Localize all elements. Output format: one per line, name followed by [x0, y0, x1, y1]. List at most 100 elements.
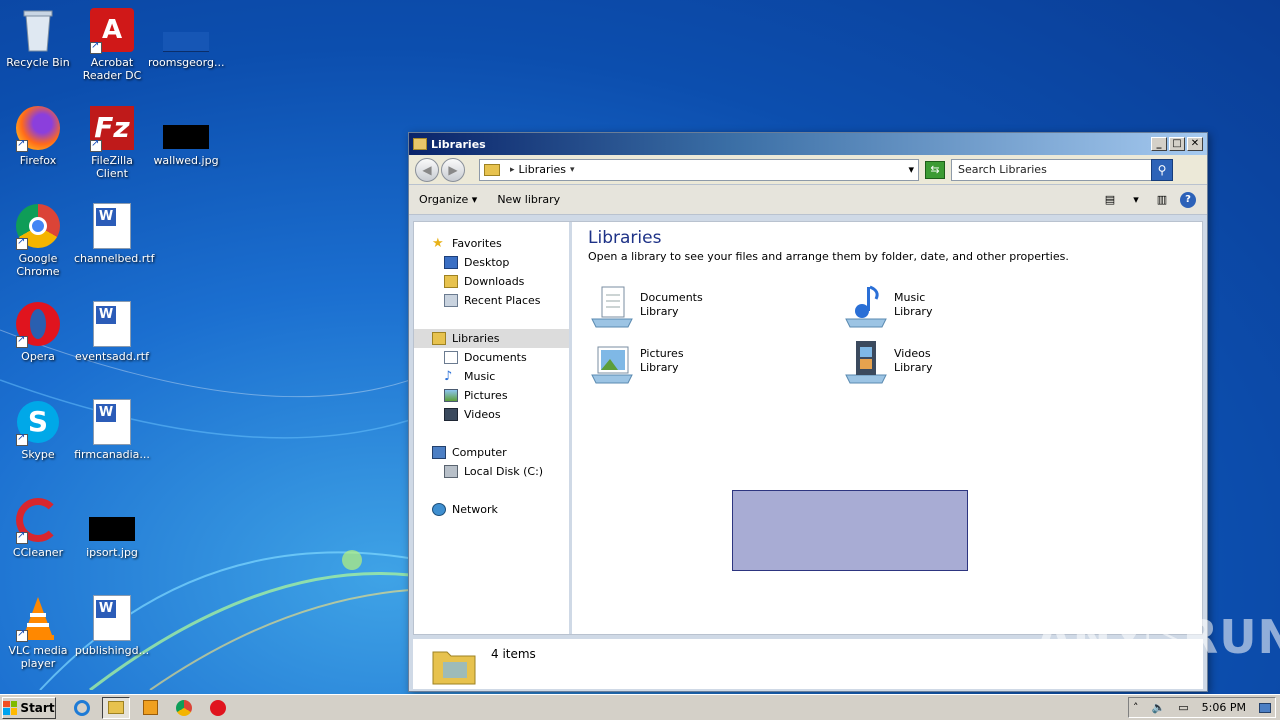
- taskbar-explorer[interactable]: [102, 696, 130, 719]
- taskbar-media-player[interactable]: [136, 697, 164, 719]
- taskbar-internet-explorer[interactable]: [68, 697, 96, 719]
- view-options-icon[interactable]: ▤: [1101, 192, 1119, 208]
- desktop-icon-ipsort[interactable]: ipsort.jpg: [74, 496, 150, 559]
- image-thumbnail-icon: [162, 104, 210, 152]
- word-document-icon: W: [88, 594, 136, 642]
- start-button[interactable]: Start: [2, 696, 56, 719]
- refresh-button[interactable]: ⇆: [925, 160, 945, 179]
- back-button[interactable]: ◀: [415, 157, 439, 182]
- explorer-body: ★ Favorites Desktop Downloads Recent Pla…: [413, 221, 1203, 635]
- nav-desktop[interactable]: Desktop: [414, 253, 569, 272]
- taskbar-opera[interactable]: [204, 697, 232, 719]
- pictures-library-icon: [588, 337, 636, 385]
- filezilla-icon: Fz: [88, 104, 136, 152]
- image-thumbnail-icon: [88, 496, 136, 544]
- help-button[interactable]: ?: [1179, 191, 1197, 208]
- nav-network[interactable]: Network: [414, 500, 569, 519]
- window-titlebar[interactable]: Libraries _ □ ✕: [409, 133, 1207, 155]
- new-library-button[interactable]: New library: [497, 193, 560, 206]
- library-pictures[interactable]: Pictures Library: [588, 336, 828, 386]
- desktop-icon-filezilla[interactable]: Fz FileZilla Client: [74, 104, 150, 180]
- desktop-icon-chrome[interactable]: Google Chrome: [0, 202, 76, 278]
- maximize-button[interactable]: □: [1169, 137, 1185, 151]
- item-count: 4 items: [491, 647, 536, 661]
- desktop-icon-roomsgeorg[interactable]: roomsgeorg...: [148, 6, 224, 69]
- word-document-icon: W: [88, 398, 136, 446]
- library-music[interactable]: Music Library: [842, 280, 1082, 330]
- shortcut-arrow-icon: [16, 530, 28, 544]
- desktop-icon-firmcanadia[interactable]: W firmcanadia...: [74, 398, 150, 461]
- nav-recent-places[interactable]: Recent Places: [414, 291, 569, 310]
- navigation-pane[interactable]: ★ Favorites Desktop Downloads Recent Pla…: [414, 222, 572, 634]
- nav-computer[interactable]: Computer: [414, 443, 569, 462]
- desktop-icon-firefox[interactable]: Firefox: [0, 104, 76, 167]
- show-desktop-icon[interactable]: [1259, 702, 1271, 713]
- nav-pictures[interactable]: Pictures: [414, 386, 569, 405]
- library-documents[interactable]: Documents Library: [588, 280, 828, 330]
- nav-music[interactable]: ♪ Music: [414, 367, 569, 386]
- network-tray-icon[interactable]: ▭: [1178, 701, 1188, 714]
- anyrun-watermark: ANY▷RUN: [1036, 610, 1280, 664]
- libraries-folder-icon: [431, 644, 477, 685]
- videos-library-icon: [842, 337, 890, 385]
- system-tray: ˄ 🔈 ▭ 5:06 PM: [1128, 697, 1276, 718]
- breadcrumb-dropdown-icon[interactable]: ▾: [570, 165, 575, 175]
- desktop-icon-ccleaner[interactable]: CCleaner: [0, 496, 76, 559]
- address-box[interactable]: ▸ Libraries ▾ ▾: [479, 158, 919, 181]
- music-note-icon: ♪: [444, 369, 453, 384]
- word-document-icon: W: [88, 300, 136, 348]
- preview-pane-icon[interactable]: ▥: [1153, 192, 1171, 208]
- organize-button[interactable]: Organize ▾: [419, 193, 477, 206]
- clock[interactable]: 5:06 PM: [1202, 701, 1246, 714]
- close-button[interactable]: ✕: [1187, 137, 1203, 151]
- nav-videos[interactable]: Videos: [414, 405, 569, 424]
- tray-expand-icon[interactable]: ˄: [1133, 701, 1139, 714]
- computer-icon: [432, 446, 446, 459]
- search-icon[interactable]: ⚲: [1151, 158, 1173, 181]
- desktop-icon-opera[interactable]: Opera: [0, 300, 76, 363]
- taskbar: Start ˄ 🔈 ▭ 5:06 PM: [0, 694, 1280, 720]
- library-videos[interactable]: Videos Library: [842, 336, 1082, 386]
- desktop-icon-wallwed[interactable]: wallwed.jpg: [148, 104, 224, 167]
- recent-places-icon: [444, 294, 458, 307]
- desktop-icon-eventsadd[interactable]: W eventsadd.rtf: [74, 300, 150, 363]
- acrobat-icon: A: [88, 6, 136, 54]
- content-pane[interactable]: Libraries Open a library to see your fil…: [572, 222, 1202, 634]
- nav-local-disk[interactable]: Local Disk (C:): [414, 462, 569, 481]
- shortcut-arrow-icon: [16, 334, 28, 348]
- pictures-icon: [444, 389, 458, 402]
- desktop-icon-acrobat[interactable]: A Acrobat Reader DC: [74, 6, 150, 82]
- word-document-icon: W: [88, 202, 136, 250]
- libraries-folder-icon: [484, 163, 500, 176]
- address-history-dropdown-icon[interactable]: ▾: [908, 163, 914, 176]
- breadcrumb-libraries[interactable]: Libraries: [519, 163, 567, 176]
- search-input[interactable]: Search Libraries ⚲: [951, 158, 1173, 181]
- nav-libraries[interactable]: Libraries: [414, 329, 569, 348]
- nav-favorites[interactable]: ★ Favorites: [414, 234, 569, 253]
- desktop-icon-skype[interactable]: S Skype: [0, 398, 76, 461]
- forward-button[interactable]: ▶: [441, 157, 465, 182]
- desktop-icon-recycle-bin[interactable]: Recycle Bin: [0, 6, 76, 69]
- content-heading: Libraries: [588, 228, 662, 248]
- command-bar: Organize ▾ New library ▤ ▾ ▥ ?: [409, 185, 1207, 215]
- taskbar-chrome[interactable]: [170, 697, 198, 719]
- breadcrumb-separator-icon[interactable]: ▸: [510, 165, 515, 175]
- minimize-button[interactable]: _: [1151, 137, 1167, 151]
- volume-icon[interactable]: 🔈: [1152, 701, 1166, 714]
- libraries-folder-icon: [432, 332, 446, 345]
- content-subtitle: Open a library to see your files and arr…: [588, 250, 1069, 263]
- desktop-icon-vlc[interactable]: VLC media player: [0, 594, 76, 670]
- view-dropdown-icon[interactable]: ▾: [1127, 192, 1145, 208]
- back-arrow-icon: ◀: [422, 162, 432, 177]
- explorer-folder-icon: [108, 701, 124, 714]
- explorer-window[interactable]: Libraries _ □ ✕ ◀ ▶ ▸ Libraries ▾ ▾ ⇆ Se…: [408, 132, 1208, 692]
- forward-arrow-icon: ▶: [448, 162, 458, 177]
- skype-icon: S: [14, 398, 62, 446]
- desktop-icon-channelbed[interactable]: W channelbed.rtf: [74, 202, 154, 265]
- shortcut-arrow-icon: [16, 236, 28, 250]
- nav-documents[interactable]: Documents: [414, 348, 569, 367]
- nav-downloads[interactable]: Downloads: [414, 272, 569, 291]
- music-library-icon: [842, 281, 890, 329]
- desktop-icon-publishingd[interactable]: W publishingd...: [74, 594, 150, 657]
- vlc-icon: [14, 594, 62, 642]
